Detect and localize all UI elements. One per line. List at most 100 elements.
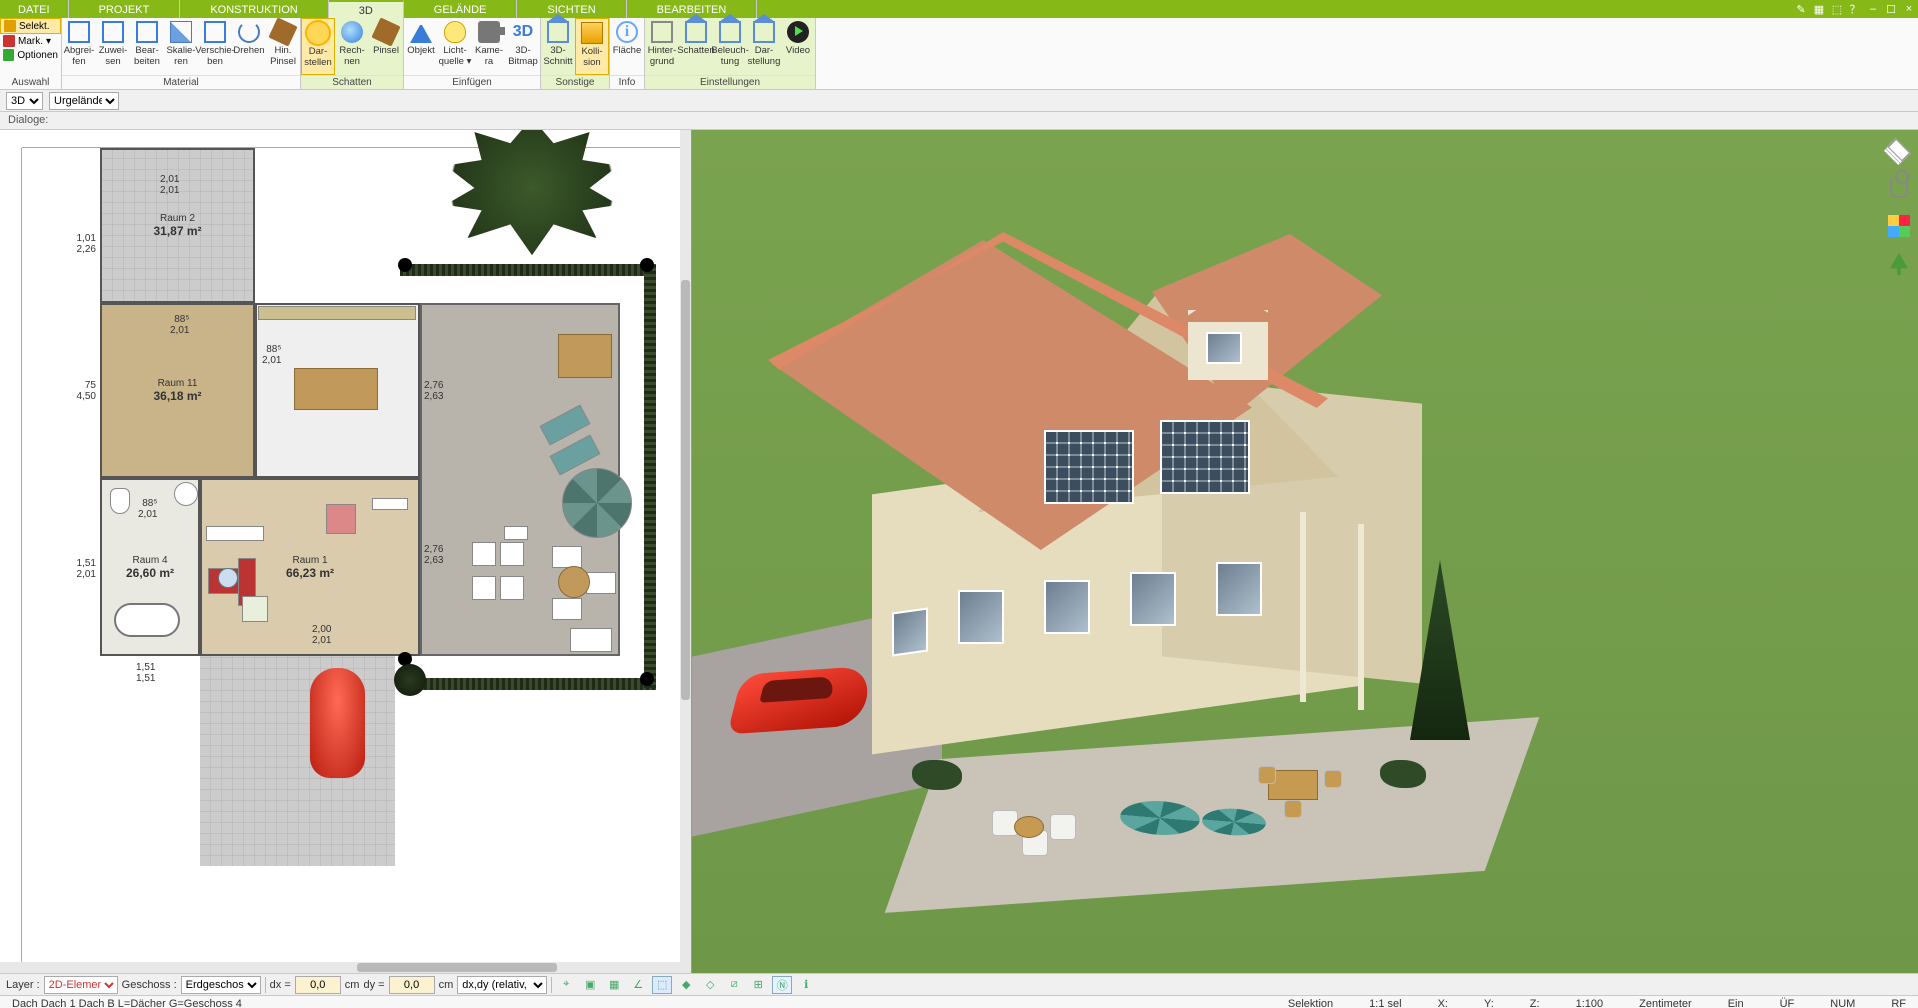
snap-grid-icon[interactable]: ▦ [604, 976, 624, 994]
window-minimize[interactable]: – [1864, 0, 1882, 18]
3dbitmap-icon: 3D [512, 21, 534, 43]
coord-mode-select[interactable]: dx,dy (relativ, ka [457, 976, 547, 994]
view-select[interactable]: 3D [6, 92, 43, 110]
coffee-table [242, 596, 268, 622]
ribbon-group-sonstige: 3D- Schnitt Kolli- sion Sonstige [541, 18, 610, 89]
ribbon-btn-rechnen[interactable]: Rech- nen [335, 18, 369, 75]
ribbon-btn-bearbeiten[interactable]: Bear- beiten [130, 18, 164, 75]
snap-mid-icon[interactable]: ◆ [676, 976, 696, 994]
terrain-select[interactable]: Urgelände [49, 92, 119, 110]
bush3d-3 [1380, 760, 1426, 788]
ribbon-btn-skalieren[interactable]: Skalie- ren [164, 18, 198, 75]
ribbon-btn-3dbitmap[interactable]: 3D3D- Bitmap [506, 18, 540, 75]
workspace: 1,012,26 754,50 1,512,01 Raum 2 31,87 m²… [0, 130, 1918, 973]
ribbon-btn-darstellen[interactable]: Dar- stellen [301, 18, 335, 75]
ribbon-btn-objekt[interactable]: Objekt [404, 18, 438, 75]
chevron-down-icon: ▾ [46, 36, 51, 47]
scrollbar-h-thumb[interactable] [357, 963, 557, 972]
ribbon-btn-verschieben[interactable]: Verschie- ben [198, 18, 232, 75]
kollision-label: Kolli- sion [581, 46, 602, 68]
scrollbar-v-thumb[interactable] [681, 280, 690, 700]
ribbon-btn-darstellung[interactable]: Dar- stellung [747, 18, 781, 75]
ribbon-btn-kollision[interactable]: Kolli- sion [575, 18, 609, 75]
view-3d[interactable] [692, 130, 1918, 973]
side-selekt[interactable]: Selekt. [0, 18, 61, 34]
snap-screen-icon[interactable]: ▣ [580, 976, 600, 994]
ribbon-grouplabel-sonstige: Sonstige [541, 75, 609, 89]
hedge-corner-tr [640, 258, 654, 272]
menu-projekt[interactable]: PROJEKT [69, 0, 181, 18]
ribbon-btn-zuweisen[interactable]: Zuwei- sen [96, 18, 130, 75]
room-2[interactable]: Raum 2 31,87 m² [100, 148, 255, 303]
snap-n-icon[interactable]: Ⓝ [772, 976, 792, 994]
tool-icon-3[interactable]: ⬚ [1828, 0, 1846, 18]
sink-round [174, 482, 198, 506]
skalieren-label: Skalie- ren [166, 45, 195, 67]
floorplan-canvas[interactable]: 1,012,26 754,50 1,512,01 Raum 2 31,87 m²… [22, 148, 691, 973]
ribbon-btn-drehen[interactable]: Drehen [232, 18, 266, 75]
snap-target-icon[interactable]: ⌖ [556, 976, 576, 994]
outdoor-chair-1 [472, 542, 496, 566]
dy-input[interactable] [389, 976, 435, 994]
ribbon-btn-flaeche[interactable]: iFläche [610, 18, 644, 75]
status-sel: Selektion [1282, 998, 1339, 1008]
dim-r11a: 88⁵2,01 [170, 314, 189, 336]
help-icon[interactable]: ？ [1846, 0, 1864, 18]
bottom-toolbar: Layer : 2D-Elemen Geschoss : Erdgeschos … [0, 973, 1918, 995]
window-maximize[interactable]: ☐ [1882, 0, 1900, 18]
kollision-icon [581, 22, 603, 44]
ribbon-btn-3dschnitt[interactable]: 3D- Schnitt [541, 18, 575, 75]
palette-layers[interactable] [1887, 138, 1911, 162]
window-gf-1 [958, 590, 1004, 644]
ribbon-btn-pinsel[interactable]: Pinsel [369, 18, 403, 75]
palette-materials[interactable] [1887, 214, 1911, 238]
snap-parallel-icon[interactable]: ⧄ [724, 976, 744, 994]
dim-left-1: 1,012,26 [62, 233, 96, 255]
palette-furniture[interactable] [1887, 176, 1911, 200]
kamera-icon [478, 21, 500, 43]
ribbon-btn-video[interactable]: Video [781, 18, 815, 75]
side-mark[interactable]: Mark.▾ [0, 34, 61, 48]
ribbon-btn-kamera[interactable]: Kame- ra [472, 18, 506, 75]
dx-input[interactable] [295, 976, 341, 994]
palette-plants[interactable] [1887, 252, 1911, 276]
menu-gelaende[interactable]: GELÄNDE [404, 0, 518, 18]
3dschnitt-label: 3D- Schnitt [543, 45, 572, 67]
window-close[interactable]: × [1900, 0, 1918, 18]
scrollbar-horizontal[interactable] [0, 962, 691, 973]
layer-select[interactable]: 2D-Elemen [44, 976, 118, 994]
snap-endpoint-icon[interactable]: ⬚ [652, 976, 672, 994]
side-optionen-label: Optionen [17, 50, 58, 61]
window-gf-3 [1130, 572, 1176, 626]
kamera-label: Kame- ra [475, 45, 503, 67]
ribbon-btn-abgreifen[interactable]: Abgrei- fen [62, 18, 96, 75]
menu-3d[interactable]: 3D [329, 0, 404, 18]
scrollbar-vertical[interactable] [680, 130, 691, 973]
ribbon-btn-beleuchtung[interactable]: Beleuch- tung [713, 18, 747, 75]
side-mark-label: Mark. [18, 36, 43, 47]
snap-grid2-icon[interactable]: ⊞ [748, 976, 768, 994]
tool-icon-1[interactable]: ✎ [1792, 0, 1810, 18]
ribbon-btn-lichtquelle[interactable]: Licht- quelle ▾ [438, 18, 472, 75]
status-ratio: 1:1 sel [1363, 998, 1407, 1008]
menu-konstruktion[interactable]: KONSTRUKTION [180, 0, 328, 18]
tool-icon-2[interactable]: ▦ [1810, 0, 1828, 18]
side-optionen[interactable]: Optionen [0, 48, 61, 62]
shelf [372, 498, 408, 510]
menu-sichten[interactable]: SICHTEN [517, 0, 626, 18]
ribbon-grouplabel-schatten: Schatten [301, 75, 403, 89]
snap-perp-icon[interactable]: ◇ [700, 976, 720, 994]
ribbon-btn-hintergrund[interactable]: Hinter- grund [645, 18, 679, 75]
snap-angle-icon[interactable]: ∠ [628, 976, 648, 994]
view-2d[interactable]: 1,012,26 754,50 1,512,01 Raum 2 31,87 m²… [0, 130, 692, 973]
geschoss-select[interactable]: Erdgeschos [181, 976, 261, 994]
ribbon-grouplabel-info: Info [610, 75, 644, 89]
ribbon-btn-schatten2[interactable]: Schatten [679, 18, 713, 75]
menu-datei[interactable]: DATEI [0, 0, 69, 18]
ribbon-btn-hin-pinsel[interactable]: Hin. Pinsel [266, 18, 300, 75]
hin-pinsel-icon [268, 17, 297, 46]
dim-left-3: 1,512,01 [62, 558, 96, 580]
skalieren-icon [170, 21, 192, 43]
room-2-area: 31,87 m² [153, 224, 201, 238]
snap-info-icon[interactable]: ℹ [796, 976, 816, 994]
